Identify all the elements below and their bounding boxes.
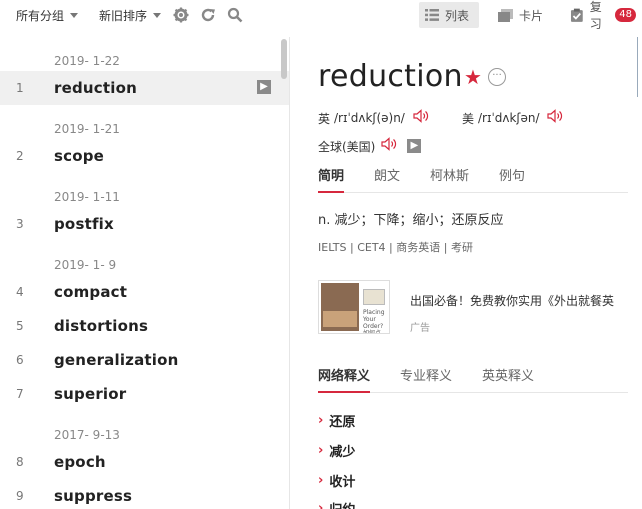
- sense-item[interactable]: › 归约: [318, 499, 355, 509]
- list-item-word: suppress: [54, 487, 133, 505]
- list-item-word: compact: [54, 283, 128, 301]
- more-icon[interactable]: ···: [488, 68, 506, 86]
- ad-image-text: Placing Your Order? 如何点菜?: [363, 309, 385, 334]
- card-view-label: 卡片: [519, 8, 544, 23]
- list-item[interactable]: 9 suppress: [0, 479, 289, 509]
- list-item-index: 4: [16, 285, 24, 299]
- list-item-word: reduction: [54, 79, 137, 97]
- group-filter-dropdown[interactable]: 所有分组: [16, 0, 79, 30]
- list-item-index: 3: [16, 217, 24, 231]
- uk-label: 英: [318, 111, 331, 126]
- meaning-tabs: 网络释义 专业释义 英英释义: [318, 363, 628, 393]
- exam-tags: IELTS | CET4 | 商务英语 | 考研: [318, 241, 473, 254]
- sense-label: 归约: [329, 499, 355, 509]
- dictionary-tabs: 简明 朗文 柯林斯 例句: [318, 163, 628, 193]
- us-label: 美: [462, 111, 475, 126]
- chevron-right-icon: ›: [318, 443, 324, 458]
- speaker-icon[interactable]: [547, 109, 563, 127]
- list-item-word: generalization: [54, 351, 179, 369]
- clipboard-check-icon: [570, 8, 583, 22]
- list-item[interactable]: 7 superior: [0, 377, 289, 411]
- tab-collins[interactable]: 柯林斯: [430, 163, 469, 192]
- chevron-down-icon: [153, 12, 162, 18]
- tab-professional-meaning[interactable]: 专业释义: [400, 363, 452, 392]
- review-button[interactable]: 复习 48: [564, 0, 642, 31]
- speaker-icon[interactable]: [381, 137, 397, 155]
- list-item[interactable]: 8 epoch: [0, 445, 289, 479]
- global-pronunciation: 全球(美国) ▶: [318, 137, 422, 155]
- toolbar: 所有分组 新旧排序 列表 卡片 复习 48: [0, 0, 642, 32]
- sense-item[interactable]: › 减少: [318, 441, 355, 460]
- us-pronunciation: 美 /rɪˈdʌkʃən/: [462, 109, 563, 127]
- review-label: 复习: [589, 0, 602, 31]
- star-icon[interactable]: ★: [464, 65, 482, 89]
- speaker-icon[interactable]: [413, 109, 429, 127]
- list-item-index: 1: [16, 81, 24, 95]
- list-item-index: 8: [16, 455, 24, 469]
- search-icon[interactable]: [225, 5, 245, 25]
- date-header: 2019- 1-11: [54, 190, 120, 204]
- tab-longman[interactable]: 朗文: [374, 163, 400, 192]
- definition: n. 减少；下降；缩小；还原反应: [318, 213, 504, 228]
- tab-english-meaning[interactable]: 英英释义: [482, 363, 534, 392]
- settings-gear-icon[interactable]: [171, 5, 191, 25]
- play-icon[interactable]: ▶: [407, 139, 422, 153]
- date-header: 2019- 1- 9: [54, 258, 117, 272]
- tab-examples[interactable]: 例句: [499, 163, 525, 192]
- list-item[interactable]: 3 postfix: [0, 207, 289, 241]
- list-view-button[interactable]: 列表: [419, 2, 479, 28]
- list-item-index: 5: [16, 319, 24, 333]
- list-item-index: 9: [16, 489, 24, 503]
- sense-label: 收计: [329, 475, 356, 490]
- card-icon: [498, 8, 513, 22]
- tab-concise[interactable]: 简明: [318, 163, 345, 193]
- sense-item[interactable]: › 还原: [318, 411, 355, 430]
- list-item[interactable]: 1 reduction ▶: [0, 71, 289, 105]
- sense-item[interactable]: › 收计: [318, 471, 355, 490]
- group-filter-label: 所有分组: [16, 8, 65, 23]
- ad-title[interactable]: 出国必备！免费教你实用《外出就餐英: [410, 292, 614, 309]
- chevron-right-icon: ›: [318, 413, 324, 428]
- date-header: 2019- 1-21: [54, 122, 120, 136]
- card-view-button[interactable]: 卡片: [492, 2, 549, 28]
- headword: reduction: [318, 59, 463, 94]
- list-item-word: distortions: [54, 317, 149, 335]
- word-detail-panel: reduction ★ ··· 英 /rɪˈdʌkʃ(ə)n/ 美 /rɪˈdʌ…: [290, 37, 642, 509]
- sense-label: 还原: [329, 415, 356, 430]
- list-item-word: superior: [54, 385, 127, 403]
- chevron-right-icon: ›: [318, 473, 324, 488]
- list-item[interactable]: 2 scope: [0, 139, 289, 173]
- word-list: 2019- 1-22 1 reduction ▶ 2019- 1-21 2 sc…: [0, 37, 289, 509]
- list-item[interactable]: 5 distortions: [0, 309, 289, 343]
- sort-dropdown[interactable]: 新旧排序: [99, 0, 162, 30]
- chevron-down-icon: [70, 12, 79, 18]
- ad-label: 广告: [410, 323, 430, 334]
- review-count-badge: 48: [615, 8, 636, 22]
- uk-phonetic: /rɪˈdʌkʃ(ə)n/: [334, 111, 405, 125]
- uk-pronunciation: 英 /rɪˈdʌkʃ(ə)n/: [318, 109, 429, 127]
- list-item[interactable]: 6 generalization: [0, 343, 289, 377]
- sense-label: 减少: [329, 445, 356, 460]
- list-item-index: 6: [16, 353, 24, 367]
- ad-image[interactable]: Placing Your Order? 如何点菜?: [318, 280, 390, 334]
- global-label: 全球(美国): [318, 139, 376, 154]
- list-scrollbar[interactable]: [281, 39, 287, 79]
- list-item-word: epoch: [54, 453, 106, 471]
- chevron-right-icon[interactable]: ▶: [257, 80, 271, 94]
- list-item[interactable]: 4 compact: [0, 275, 289, 309]
- tab-web-meaning[interactable]: 网络释义: [318, 363, 371, 393]
- date-header: 2019- 1-22: [54, 54, 120, 68]
- window-edge: [637, 37, 642, 97]
- us-phonetic: /rɪˈdʌkʃən/: [478, 111, 540, 125]
- list-icon: [425, 9, 439, 21]
- list-item-word: postfix: [54, 215, 114, 233]
- refresh-icon[interactable]: [198, 5, 218, 25]
- date-header: 2017- 9-13: [54, 428, 120, 442]
- list-item-index: 2: [16, 149, 24, 163]
- list-item-index: 7: [16, 387, 24, 401]
- chevron-right-icon: ›: [318, 501, 324, 509]
- list-view-label: 列表: [445, 8, 470, 23]
- list-item-word: scope: [54, 147, 105, 165]
- sort-label: 新旧排序: [99, 8, 148, 23]
